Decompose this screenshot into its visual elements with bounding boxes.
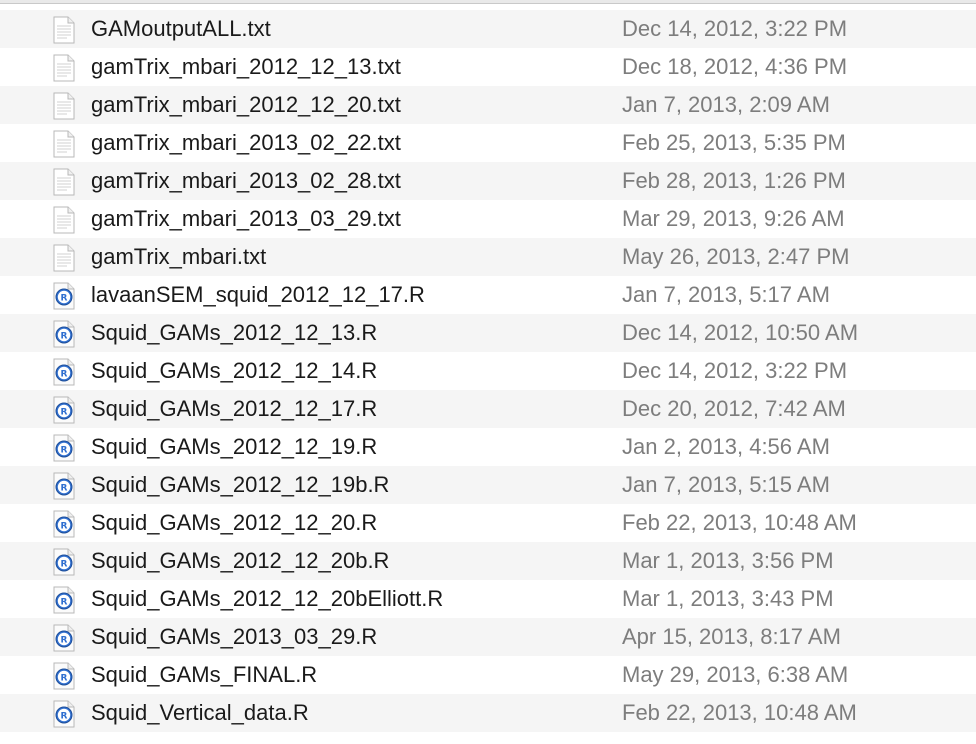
file-name[interactable]: Squid_GAMs_2012_12_20b.R (91, 542, 389, 580)
svg-text:R: R (61, 484, 68, 494)
text-file-icon (52, 130, 76, 158)
date-modified: Mar 1, 2013, 3:43 PM (622, 586, 834, 611)
date-modified: Feb 22, 2013, 10:48 AM (622, 510, 857, 535)
date-modified: Dec 14, 2012, 10:50 AM (622, 320, 859, 345)
top-divider (0, 0, 976, 4)
date-modified: Feb 28, 2013, 1:26 PM (622, 168, 846, 193)
date-modified: Jan 2, 2013, 4:56 AM (622, 434, 830, 459)
file-row[interactable]: gamTrix_mbari_2012_12_13.txt Dec 18, 2012… (0, 48, 976, 86)
text-file-icon (52, 206, 76, 234)
date-modified: Dec 18, 2012, 4:36 PM (622, 54, 848, 79)
file-row[interactable]: R Squid_GAMs_2012_12_20bElliott.R Mar 1, … (0, 580, 976, 618)
svg-text:R: R (61, 522, 68, 532)
file-row[interactable]: R Squid_GAMs_2012_12_19b.R Jan 7, 2013, 5… (0, 466, 976, 504)
date-modified: Apr 15, 2013, 8:17 AM (622, 624, 841, 649)
svg-text:R: R (61, 294, 68, 304)
svg-text:R: R (61, 370, 68, 380)
file-row[interactable]: GAMoutputALL.txt Dec 14, 2012, 3:22 PM (0, 10, 976, 48)
text-file-icon (52, 168, 76, 196)
file-row[interactable]: R Squid_GAMs_2012_12_20b.R Mar 1, 2013, 3… (0, 542, 976, 580)
svg-text:R: R (61, 712, 68, 722)
file-name[interactable]: Squid_GAMs_2012_12_19b.R (91, 466, 389, 504)
file-name[interactable]: gamTrix_mbari_2012_12_13.txt (91, 48, 401, 86)
r-script-icon: R (52, 624, 76, 652)
file-row[interactable]: gamTrix_mbari_2013_02_28.txt Feb 28, 2013… (0, 162, 976, 200)
file-name[interactable]: gamTrix_mbari_2013_03_29.txt (91, 200, 401, 238)
date-modified: Feb 22, 2013, 10:48 AM (622, 700, 857, 725)
r-script-icon: R (52, 434, 76, 462)
file-name[interactable]: GAMoutputALL.txt (91, 10, 271, 48)
r-script-icon: R (52, 510, 76, 538)
date-modified: Dec 14, 2012, 3:22 PM (622, 358, 848, 383)
text-file-icon (52, 244, 76, 272)
file-row[interactable]: R Squid_GAMs_2012_12_17.R Dec 20, 2012, 7… (0, 390, 976, 428)
file-name[interactable]: Squid_GAMs_2012_12_19.R (91, 428, 377, 466)
file-name[interactable]: gamTrix_mbari_2013_02_28.txt (91, 162, 401, 200)
date-modified: Jan 7, 2013, 5:15 AM (622, 472, 830, 497)
svg-text:R: R (61, 560, 68, 570)
svg-text:R: R (61, 446, 68, 456)
file-row[interactable]: R Squid_Vertical_data.R Feb 22, 2013, 10:… (0, 694, 976, 732)
file-name[interactable]: Squid_GAMs_2012_12_17.R (91, 390, 377, 428)
file-row[interactable]: R Squid_GAMs_2012_12_19.R Jan 2, 2013, 4:… (0, 428, 976, 466)
date-modified: May 26, 2013, 2:47 PM (622, 244, 850, 269)
r-script-icon: R (52, 396, 76, 424)
svg-text:R: R (61, 598, 68, 608)
file-row[interactable]: R Squid_GAMs_2012_12_20.R Feb 22, 2013, 1… (0, 504, 976, 542)
file-row[interactable]: R Squid_GAMs_FINAL.R May 29, 2013, 6:38 A… (0, 656, 976, 694)
date-modified: Dec 20, 2012, 7:42 AM (622, 396, 846, 421)
r-script-icon: R (52, 548, 76, 576)
date-modified: Mar 1, 2013, 3:56 PM (622, 548, 834, 573)
file-name[interactable]: gamTrix_mbari_2012_12_20.txt (91, 86, 401, 124)
file-name[interactable]: Squid_GAMs_2013_03_29.R (91, 618, 377, 656)
file-row[interactable]: R Squid_GAMs_2012_12_14.R Dec 14, 2012, 3… (0, 352, 976, 390)
file-row[interactable]: gamTrix_mbari.txt May 26, 2013, 2:47 PM (0, 238, 976, 276)
date-modified: Jan 7, 2013, 5:17 AM (622, 282, 830, 307)
file-name[interactable]: Squid_GAMs_FINAL.R (91, 656, 317, 694)
svg-text:R: R (61, 636, 68, 646)
r-script-icon: R (52, 700, 76, 728)
file-name[interactable]: gamTrix_mbari.txt (91, 238, 266, 276)
file-row[interactable]: R lavaanSEM_squid_2012_12_17.R Jan 7, 201… (0, 276, 976, 314)
date-modified: Mar 29, 2013, 9:26 AM (622, 206, 845, 231)
r-script-icon: R (52, 320, 76, 348)
r-script-icon: R (52, 282, 76, 310)
date-modified: Dec 14, 2012, 3:22 PM (622, 16, 848, 41)
r-script-icon: R (52, 586, 76, 614)
r-script-icon: R (52, 472, 76, 500)
file-row[interactable]: gamTrix_mbari_2012_12_20.txt Jan 7, 2013,… (0, 86, 976, 124)
r-script-icon: R (52, 358, 76, 386)
file-row[interactable]: gamTrix_mbari_2013_03_29.txt Mar 29, 2013… (0, 200, 976, 238)
file-name[interactable]: lavaanSEM_squid_2012_12_17.R (91, 276, 425, 314)
file-name[interactable]: Squid_GAMs_2012_12_20bElliott.R (91, 580, 443, 618)
file-row[interactable]: R Squid_GAMs_2013_03_29.R Apr 15, 2013, 8… (0, 618, 976, 656)
date-modified: May 29, 2013, 6:38 AM (622, 662, 849, 687)
svg-text:R: R (61, 674, 68, 684)
date-modified: Feb 25, 2013, 5:35 PM (622, 130, 846, 155)
text-file-icon (52, 54, 76, 82)
file-name[interactable]: Squid_GAMs_2012_12_13.R (91, 314, 377, 352)
file-name[interactable]: Squid_GAMs_2012_12_20.R (91, 504, 377, 542)
file-list: GAMoutputALL.txt Dec 14, 2012, 3:22 PM ga… (0, 10, 976, 732)
text-file-icon (52, 16, 76, 44)
svg-text:R: R (61, 408, 68, 418)
text-file-icon (52, 92, 76, 120)
file-row[interactable]: gamTrix_mbari_2013_02_22.txt Feb 25, 2013… (0, 124, 976, 162)
file-name[interactable]: Squid_GAMs_2012_12_14.R (91, 352, 377, 390)
file-row[interactable]: R Squid_GAMs_2012_12_13.R Dec 14, 2012, 1… (0, 314, 976, 352)
r-script-icon: R (52, 662, 76, 690)
file-name[interactable]: Squid_Vertical_data.R (91, 694, 309, 732)
svg-text:R: R (61, 332, 68, 342)
date-modified: Jan 7, 2013, 2:09 AM (622, 92, 830, 117)
file-name[interactable]: gamTrix_mbari_2013_02_22.txt (91, 124, 401, 162)
